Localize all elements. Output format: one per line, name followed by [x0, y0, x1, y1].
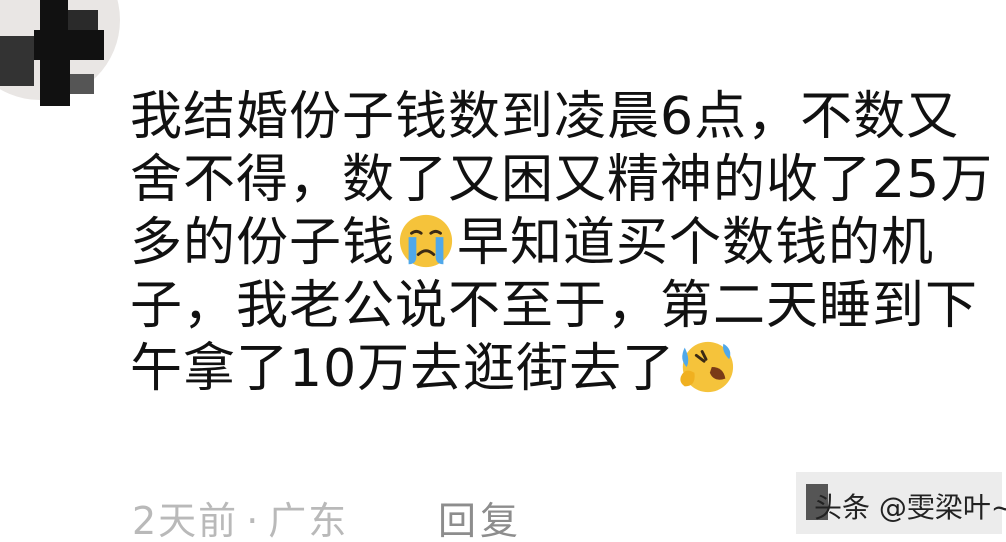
watermark-text: 头条 @雯梁叶~: [814, 491, 1006, 524]
avatar-pixel: [40, 60, 70, 106]
comment-line: 我结婚份子钱数到凌晨6点，不数又: [130, 87, 960, 147]
watermark: 头条 @雯梁叶~: [796, 472, 1006, 534]
comment-line: 舍不得，数了又困又精神的收了25万: [130, 150, 994, 210]
comment-line-part: 多的份子钱: [130, 213, 396, 273]
avatar-pixel: [0, 36, 34, 86]
comment-line-part: 早知道买个数钱的机: [457, 213, 935, 273]
comment-meta: 2天前 · 广东: [132, 490, 348, 542]
comment-location: 广东: [268, 499, 349, 542]
crying-face-icon: [399, 214, 453, 268]
comment-line: 子，我老公说不至于，第二天睡到下: [130, 276, 979, 336]
comment-line-part: 午拿了10万去逛街去了: [130, 339, 676, 399]
avatar-pixel: [34, 30, 104, 60]
comment-line: 多的份子钱 早知道买个数钱的机: [130, 212, 970, 275]
rolling-on-floor-laughing-icon: [680, 341, 734, 393]
reply-button[interactable]: 回复: [438, 490, 522, 542]
avatar-pixel: [70, 74, 94, 94]
avatar[interactable]: [0, 0, 120, 112]
comment-time: 2天前: [132, 499, 239, 542]
comment-text: 我结婚份子钱数到凌晨6点，不数又 舍不得，数了又困又精神的收了25万 多的份子钱…: [130, 86, 994, 401]
comment-line: 午拿了10万去逛街去了: [130, 338, 970, 401]
meta-separator: ·: [246, 499, 261, 542]
